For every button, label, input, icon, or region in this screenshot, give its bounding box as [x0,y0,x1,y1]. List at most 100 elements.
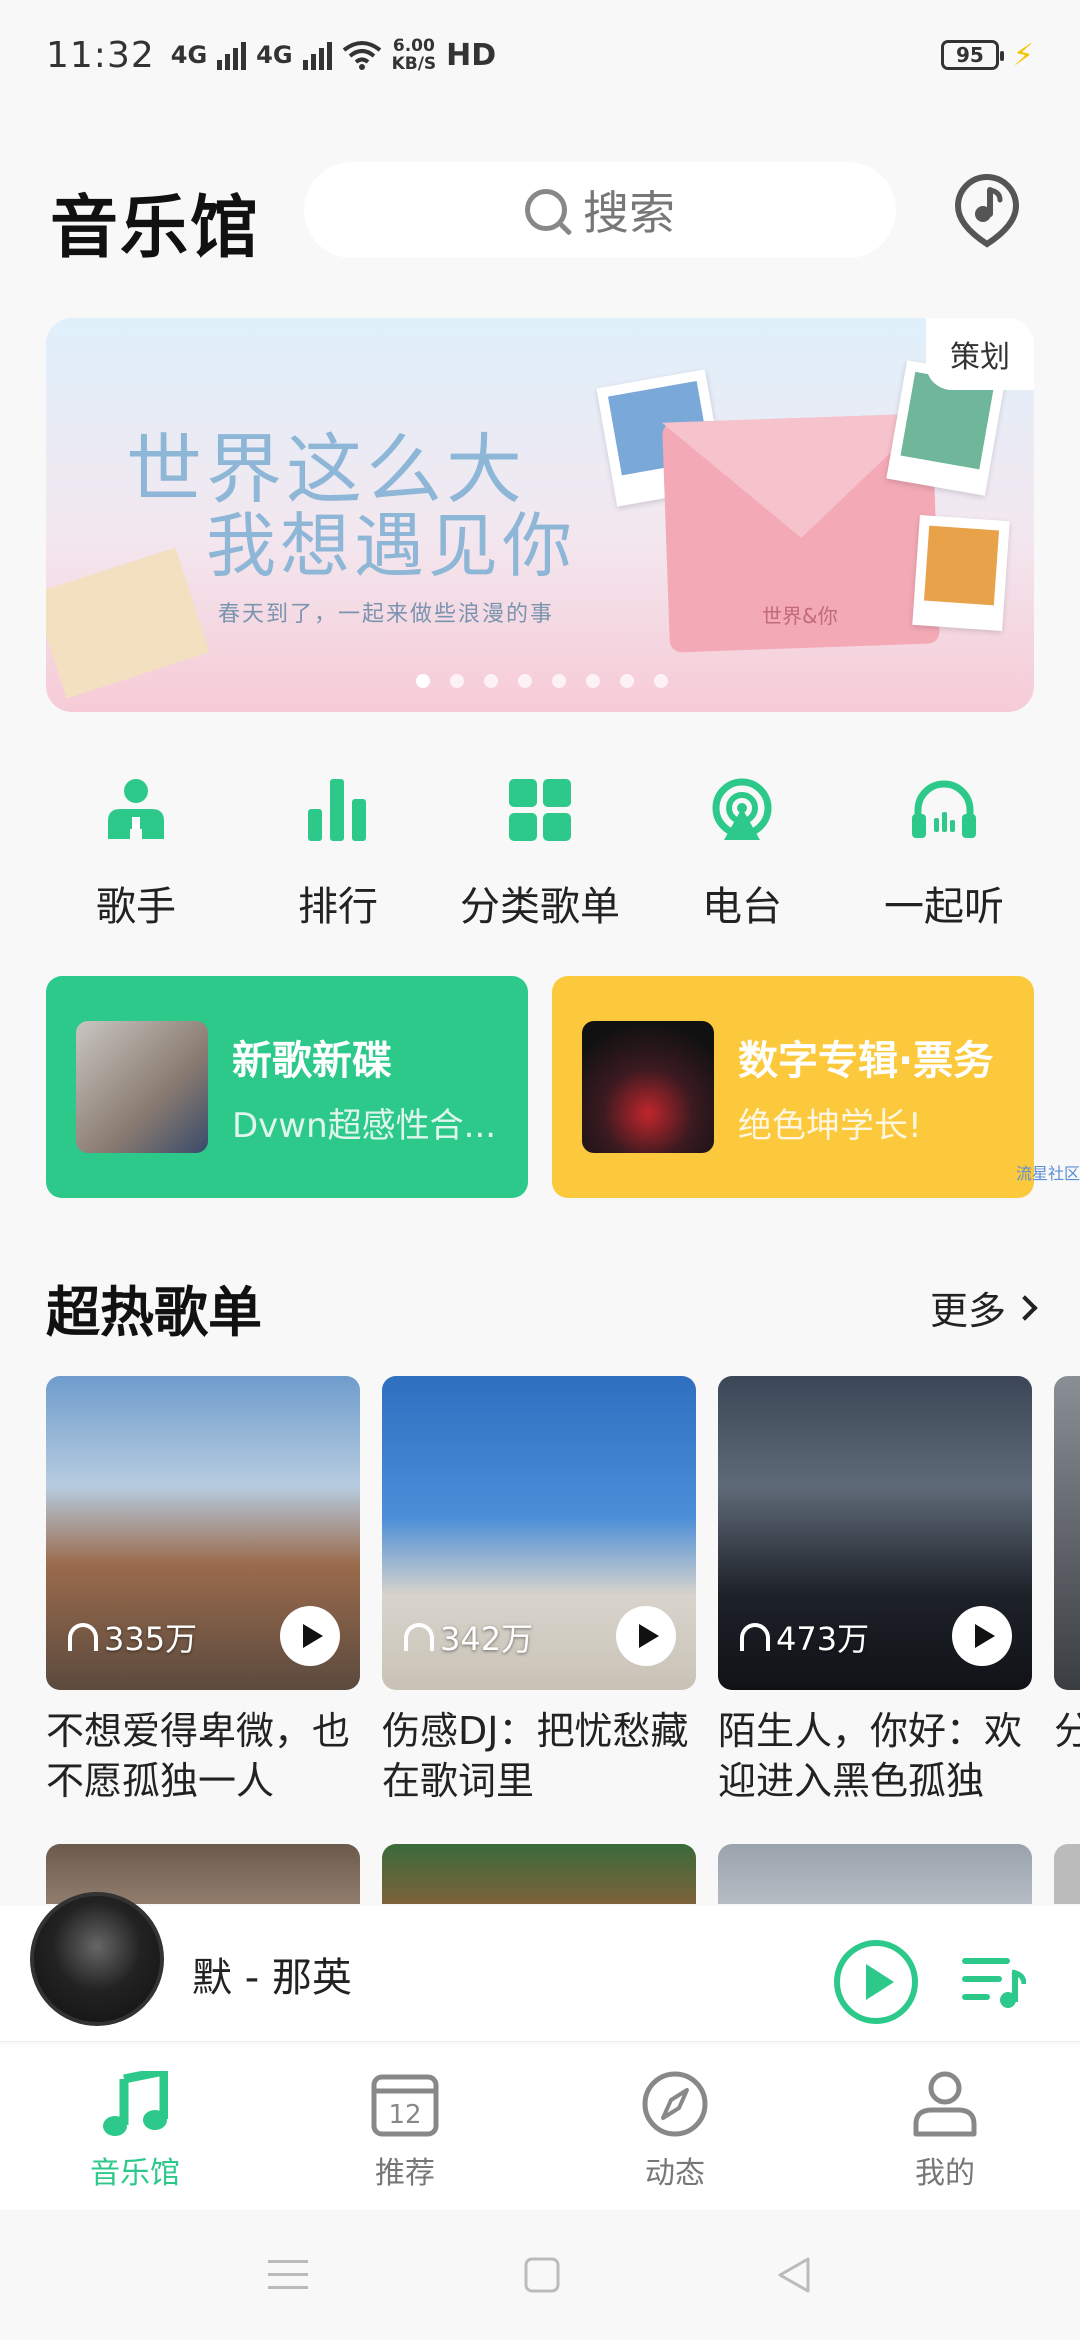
play-icon[interactable] [280,1606,340,1666]
more-label: 更多 [929,1289,1006,1333]
network-speed: 6.00 KB/S [392,37,437,73]
page-dot [620,674,634,688]
headphones-icon [740,1623,770,1651]
playlist-cover [1054,1376,1080,1690]
promo-banner[interactable]: 世界这么大 我想遇见你 春天到了，一起来做些浪漫的事 世界&你 策划 [46,318,1034,712]
calendar-day: 12 [388,2100,421,2130]
search-icon [525,189,567,231]
tab-music-hall[interactable]: 音乐馆 [0,2044,270,2210]
playlist-card[interactable]: 分乌 [1054,1376,1080,1806]
tab-mine[interactable]: 我的 [810,2044,1080,2210]
tab-label: 动态 [645,2156,705,2191]
hot-playlists-header: 超热歌单 更多 [46,1268,1038,1347]
playlist-name: 分乌 [1054,1709,1080,1753]
banner-subtitle: 春天到了，一起来做些浪漫的事 [218,602,555,627]
singer-icon [96,770,176,850]
play-count: 342万 [404,1614,533,1660]
playlist-cover[interactable] [382,1844,696,1904]
network-type-1: 4G [170,41,208,69]
banner-pagination [416,674,668,688]
search-placeholder: 搜索 [583,186,675,240]
calendar-icon: 12 [369,2068,441,2140]
wifi-icon [342,41,381,70]
shortcut-label: 电台 [702,884,782,930]
card-title: 新歌新碟 [232,1037,392,1084]
battery-level: 95 [956,43,984,67]
page-dot [450,674,464,688]
bottom-tab-bar: 音乐馆 12 推荐 动态 我的 [0,2044,1080,2210]
speed-value: 6.00 [392,36,435,56]
page-dot [654,674,668,688]
battery-icon: 95 [940,40,1004,70]
home-icon[interactable] [524,2257,560,2293]
page-dot [518,674,532,688]
back-icon[interactable] [776,2256,812,2294]
charging-icon: ⚡ [1012,37,1034,73]
playlist-card[interactable]: 335万 不想爱得卑微，也不愿孤独一人 [46,1376,360,1806]
play-count-value: 473万 [776,1620,870,1658]
shortcut-chart[interactable]: 排行 [248,770,428,932]
playlist-cover: 473万 [718,1376,1032,1690]
watermark: 流星社区 [1015,1164,1080,1183]
now-playing-cover[interactable] [30,1892,164,2026]
play-count-value: 342万 [440,1620,534,1658]
shortcut-singer[interactable]: 歌手 [46,770,226,932]
shortcut-listen-together[interactable]: 一起听 [854,770,1034,932]
chevron-right-icon [1012,1294,1038,1321]
chart-icon [298,770,378,850]
playlist-card[interactable]: 473万 陌生人，你好：欢迎进入黑色孤独 [718,1376,1032,1806]
network-type-2: 4G [256,41,293,69]
playlist-cover[interactable] [1054,1844,1080,1904]
page-dot [484,674,498,688]
more-button[interactable]: 更多 [929,1280,1038,1335]
page-dot [552,674,566,688]
compass-icon [639,2068,711,2140]
play-count-value: 335万 [104,1620,198,1658]
search-input[interactable]: 搜索 [304,162,896,258]
play-count: 335万 [68,1614,197,1660]
signal-icon [302,40,332,70]
play-icon[interactable] [952,1606,1012,1666]
menu-icon[interactable] [268,2258,308,2292]
now-playing-title: 默 - 那英 [192,1954,352,2001]
album-cover [582,1021,714,1153]
playlist-name: 陌生人，你好：欢迎进入黑色孤独 [718,1709,1023,1803]
envelope-label: 世界&你 [762,604,838,628]
mini-player[interactable]: 默 - 那英 [0,1892,1080,2042]
playlist-row-2 [46,1844,1080,1904]
play-count: 473万 [740,1614,869,1660]
banner-title-line2: 我想遇见你 [206,505,576,587]
status-bar: 11:32 4G 4G 6.00 KB/S HD 95 ⚡ [0,0,1080,110]
playlist-name: 不想爱得卑微，也不愿孤独一人 [46,1709,351,1803]
playlist-cover: 342万 [382,1376,696,1690]
banner-illustration-box [46,547,210,699]
music-recognize-icon[interactable] [954,174,1020,248]
new-releases-card[interactable]: 新歌新碟 Dvwn超感性合... [46,976,528,1198]
tab-recommend[interactable]: 12 推荐 [270,2044,540,2210]
status-icons: 4G 4G 6.00 KB/S HD [171,37,496,73]
shortcut-grid: 歌手 排行 分类歌单 电台 一起听 [46,770,1034,932]
shortcut-category[interactable]: 分类歌单 [450,770,630,932]
album-cover [76,1021,208,1153]
user-icon [909,2068,981,2140]
feature-cards: 新歌新碟 Dvwn超感性合... 数字专辑·票务 绝色坤学长! [46,976,1034,1198]
status-time: 11:32 [46,34,155,76]
tab-feed[interactable]: 动态 [540,2044,810,2210]
play-icon[interactable] [616,1606,676,1666]
tab-label: 我的 [915,2156,975,2191]
signal-icon [217,40,247,70]
category-icon [500,770,580,850]
shortcut-radio[interactable]: 电台 [652,770,832,932]
playlist-cover[interactable] [718,1844,1032,1904]
shortcut-label: 一起听 [884,884,1004,930]
banner-tag: 策划 [926,318,1034,390]
play-button[interactable] [834,1940,918,2024]
playlist-queue-icon[interactable] [962,1954,1026,2010]
card-title: 数字专辑·票务 [738,1037,994,1084]
playlist-card[interactable]: 342万 伤感DJ：把忧愁藏在歌词里 [382,1376,696,1806]
header: 音乐馆 搜索 [0,160,1080,268]
shortcut-label: 分类歌单 [460,884,620,930]
page-dot [416,674,430,688]
digital-album-card[interactable]: 数字专辑·票务 绝色坤学长! [552,976,1034,1198]
section-title: 超热歌单 [46,1281,262,1344]
